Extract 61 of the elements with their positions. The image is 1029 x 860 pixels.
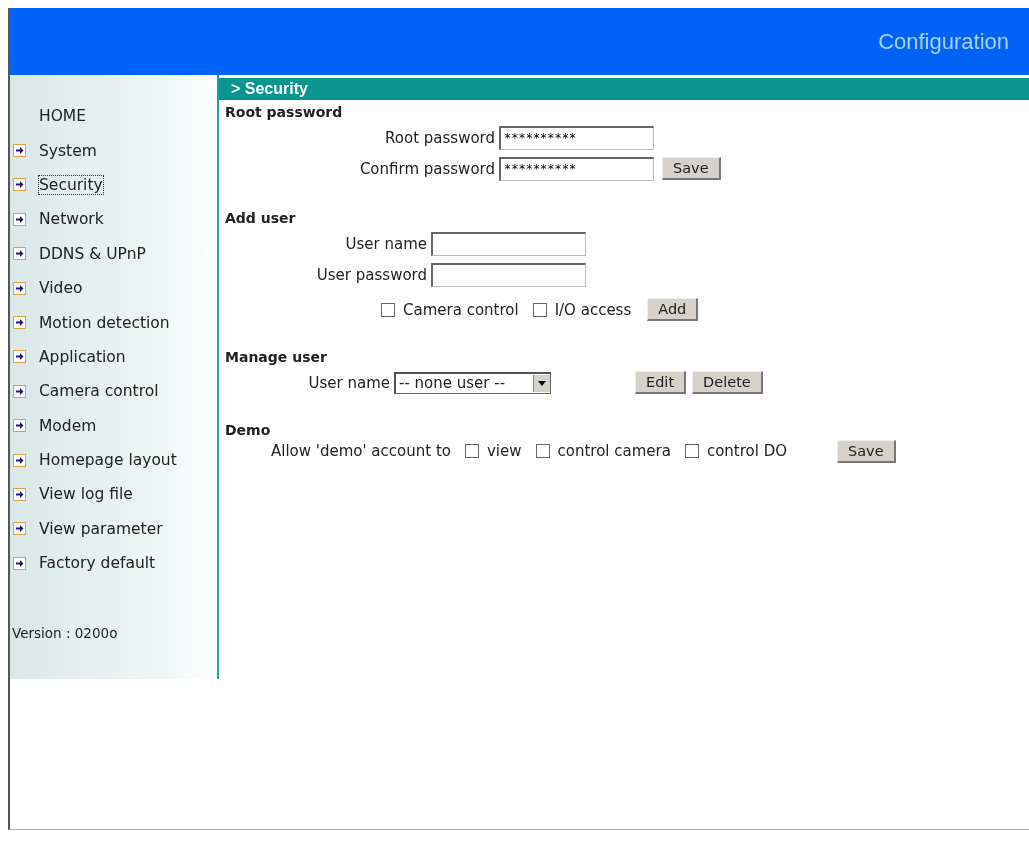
arrow-icon — [13, 556, 26, 570]
arrow-icon — [13, 281, 26, 295]
section-heading: Manage user — [225, 349, 328, 365]
sidebar-link[interactable]: Motion detection — [39, 313, 170, 332]
arrow-icon — [13, 522, 26, 536]
arrow-icon — [13, 144, 26, 158]
password-field[interactable]: ********** — [499, 125, 654, 150]
sidebar-link[interactable]: DDNS & UPnP — [39, 244, 146, 263]
arrow-icon — [13, 316, 26, 330]
version-text: Version : 0200o — [12, 625, 119, 642]
arrow-icon — [13, 384, 26, 398]
header-title: Configuration — [878, 28, 1009, 55]
checkbox-label: control camera — [557, 442, 671, 460]
password-field[interactable]: ********** — [499, 156, 654, 181]
section-heading: Add user — [225, 210, 297, 226]
section-heading: Demo — [225, 422, 272, 438]
field-label: User name — [345, 234, 427, 253]
section-heading: Root password — [225, 104, 344, 120]
field-label: Confirm password — [359, 159, 495, 178]
checkbox[interactable] — [535, 444, 550, 458]
input-field[interactable] — [431, 262, 586, 287]
sidebar-link[interactable]: Modem — [39, 416, 97, 435]
arrow-icon — [13, 419, 26, 433]
checkbox[interactable] — [381, 302, 395, 317]
sidebar-link[interactable]: Camera control — [39, 382, 159, 401]
arrow-icon — [13, 350, 26, 364]
sidebar-link[interactable]: View parameter — [39, 519, 163, 538]
checkbox-label: I/O access — [554, 300, 632, 319]
delete-button[interactable]: Delete — [692, 371, 763, 394]
save-button[interactable]: Save — [662, 157, 721, 180]
field-label: Allow 'demo' account to — [271, 442, 451, 460]
sidebar-link[interactable]: Network — [39, 210, 104, 229]
arrow-icon — [13, 178, 26, 192]
sidebar-link[interactable]: Factory default — [39, 554, 156, 573]
user-select[interactable]: -- none user -- — [394, 371, 551, 394]
checkbox-label: view — [486, 442, 522, 460]
edit-button[interactable]: Edit — [635, 371, 687, 394]
arrow-icon — [13, 247, 26, 261]
sidebar-link[interactable]: HOME — [39, 107, 87, 126]
sidebar-link[interactable]: Video — [39, 279, 83, 298]
page-title: > Security — [231, 80, 308, 98]
sidebar-link[interactable]: Security — [39, 175, 103, 194]
caret-icon[interactable] — [533, 374, 550, 392]
field-label: User name — [308, 373, 390, 392]
checkbox[interactable] — [464, 444, 479, 458]
save-button[interactable]: Save — [837, 439, 896, 463]
arrow-icon — [13, 453, 26, 467]
arrow-icon — [13, 488, 26, 501]
sidebar-link[interactable]: View log file — [39, 485, 133, 504]
arrow-icon — [13, 212, 26, 226]
sidebar-link[interactable]: Homepage layout — [39, 451, 177, 470]
add-button[interactable]: Add — [647, 298, 699, 321]
field-label: User password — [316, 265, 427, 284]
checkbox-label: Camera control — [403, 300, 519, 319]
checkbox-label: control DO — [706, 442, 788, 460]
field-label: Root password — [385, 128, 495, 147]
sidebar-link[interactable]: Application — [39, 347, 126, 366]
sidebar-link[interactable]: System — [39, 141, 97, 160]
checkbox[interactable] — [532, 302, 547, 317]
input-field[interactable] — [431, 231, 586, 256]
checkbox[interactable] — [684, 444, 699, 458]
